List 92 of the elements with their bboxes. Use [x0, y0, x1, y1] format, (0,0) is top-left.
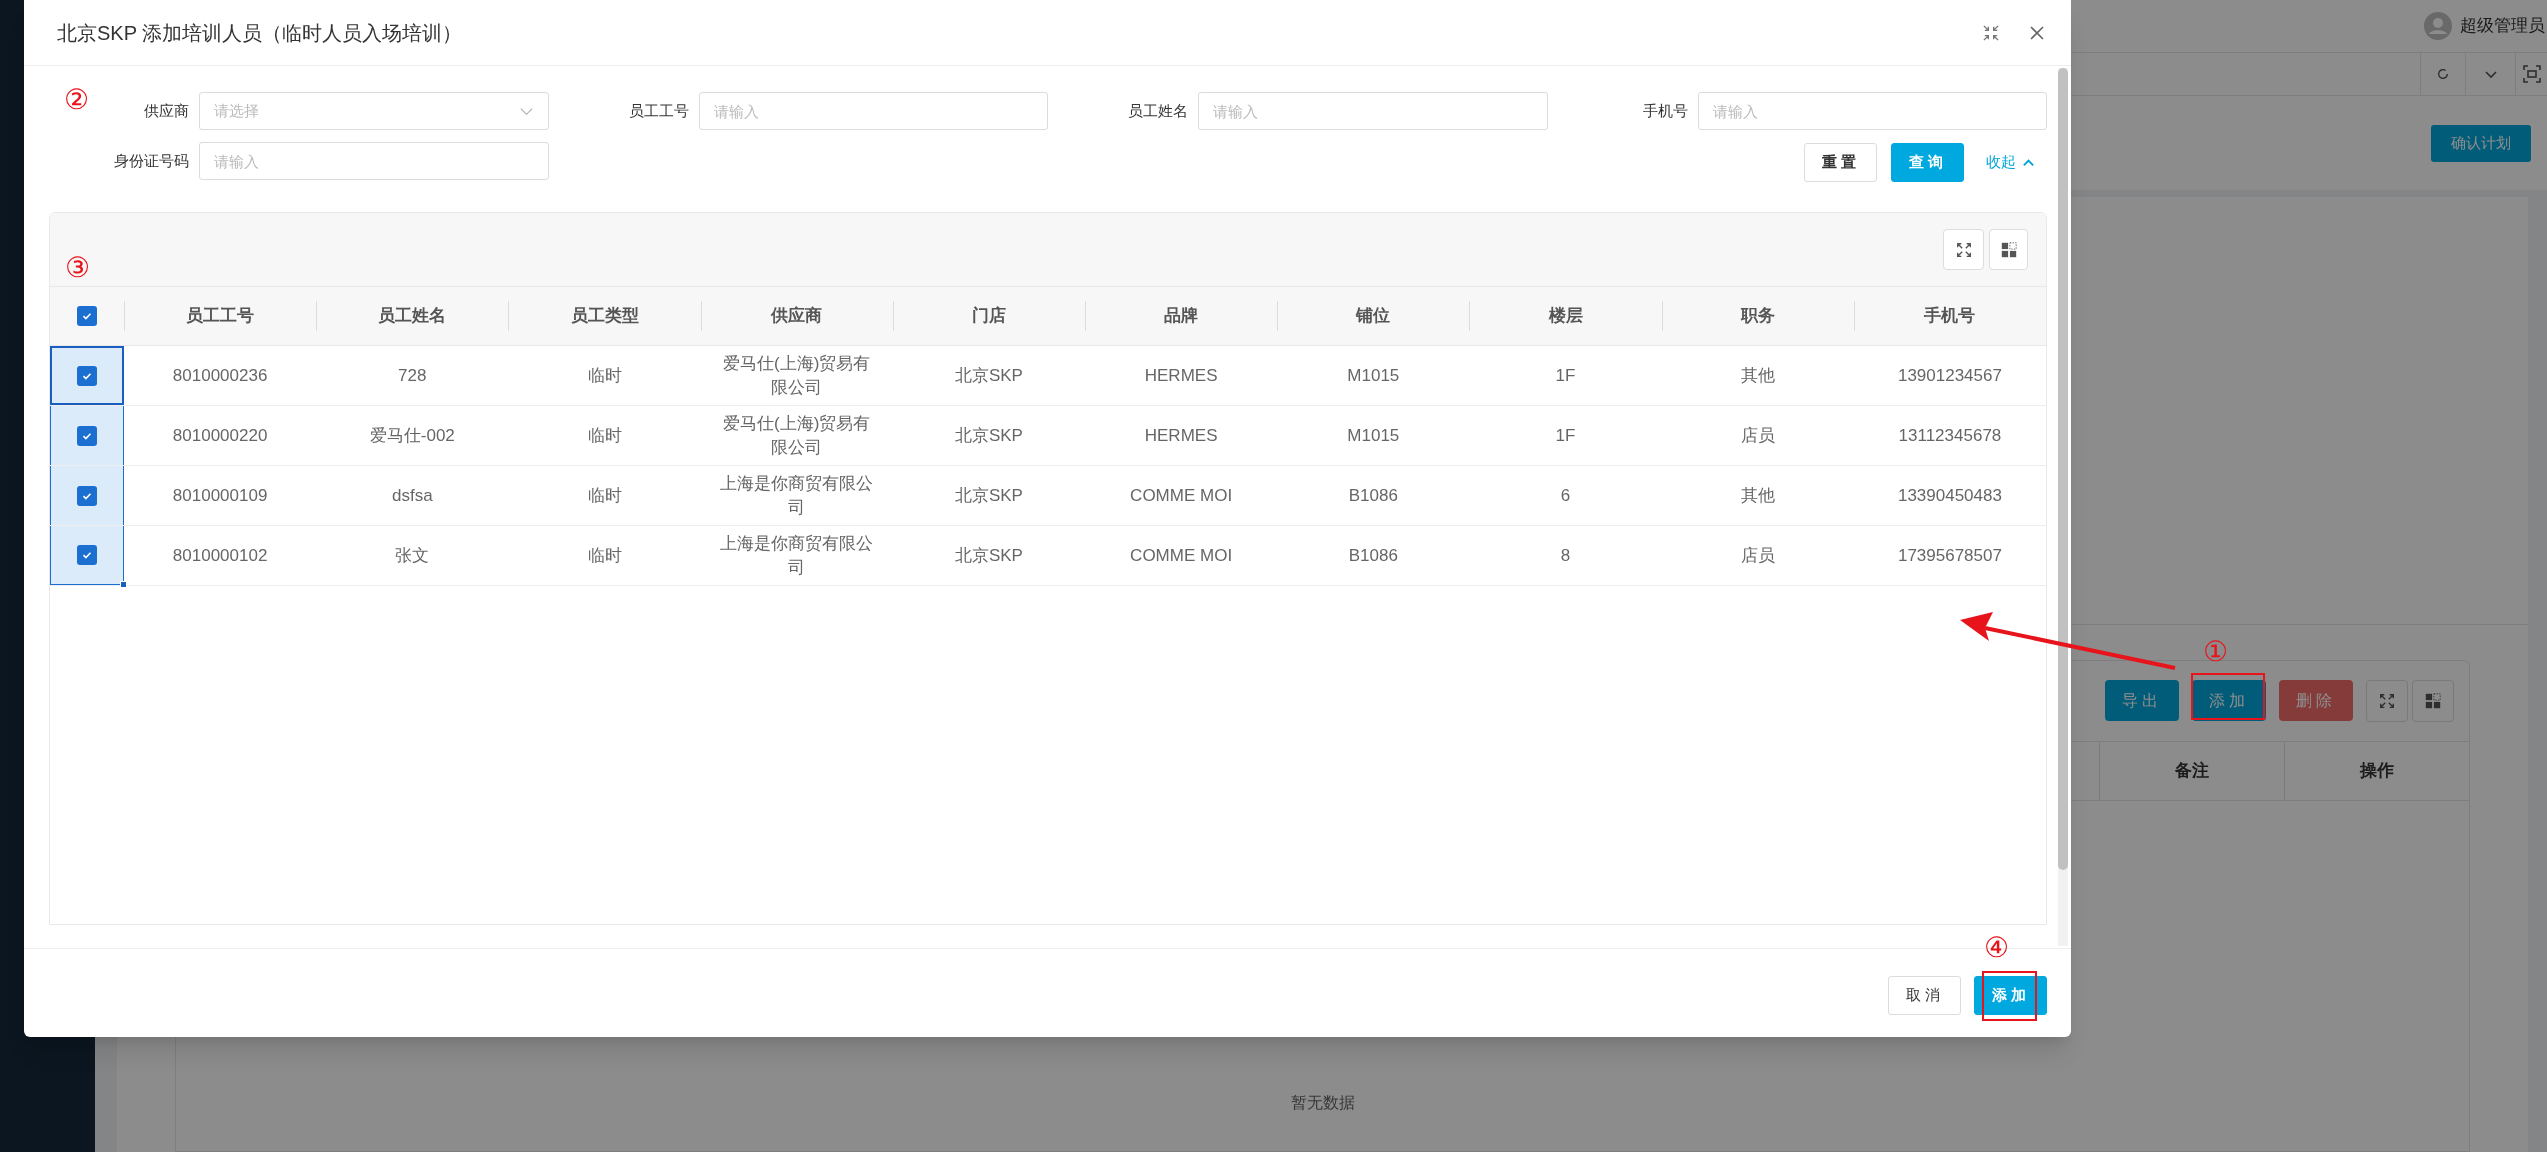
table-cell-text: 8010000220: [172, 424, 268, 447]
table-cell-text: 13901234567: [1897, 364, 2002, 387]
confirm-plan-button[interactable]: 确认计划: [2431, 124, 2531, 162]
column-header: 品牌: [1164, 305, 1199, 328]
input-field[interactable]: 请输入: [1697, 92, 2047, 130]
checkbox[interactable]: [77, 425, 97, 446]
field-label: 供应商: [143, 100, 190, 121]
expand-icon[interactable]: [2366, 680, 2408, 722]
footer-button[interactable]: 添加: [1974, 975, 2047, 1015]
collapse-window-icon[interactable]: [1983, 24, 1999, 41]
table-cell-text: B1086: [1348, 484, 1398, 507]
column-header: 员工类型: [570, 305, 639, 328]
table-cell-text: 6: [1560, 484, 1571, 507]
table-cell-text: B1086: [1348, 544, 1398, 567]
table-cell-text: 8010000102: [172, 544, 268, 567]
column-header: 操作: [2360, 760, 2394, 783]
table-cell-text: COMME MOI: [1130, 544, 1233, 567]
table-cell-text: COMME MOI: [1130, 484, 1233, 507]
table-cell-text: 临时: [587, 544, 622, 567]
table-cell-text: 728: [398, 364, 427, 387]
table-cell-text: 8010000109: [172, 484, 268, 507]
field-label: 员工姓名: [1127, 100, 1189, 121]
table-cell-text: 1F: [1555, 364, 1576, 387]
checkbox[interactable]: [77, 485, 97, 506]
column-header: 员工工号: [186, 305, 255, 328]
step-number: ①: [2203, 638, 2228, 666]
checkbox[interactable]: [77, 545, 97, 565]
step-number: ③: [65, 254, 90, 282]
filter-button[interactable]: 查询: [1891, 142, 1964, 182]
expand-icon[interactable]: [1943, 229, 1984, 270]
field-label: 身份证号码: [113, 150, 190, 171]
column-header: 员工姓名: [378, 305, 447, 328]
fullscreen-icon[interactable]: [2523, 65, 2541, 83]
checkbox[interactable]: [77, 366, 97, 386]
table-cell-text: M1015: [1347, 424, 1400, 447]
column-header: 门店: [971, 305, 1006, 328]
filter-button[interactable]: 重置: [1804, 142, 1877, 182]
toolbar-button[interactable]: 添加: [2192, 680, 2266, 721]
table-cell-text: 8: [1560, 544, 1571, 567]
table-cell-text: 张文: [395, 544, 430, 567]
checkbox[interactable]: [77, 306, 97, 326]
table-cell-text: 上海是你商贸有限公司: [719, 532, 875, 579]
table-cell-text: 北京SKP: [954, 544, 1023, 567]
table-cell-text: 临时: [587, 424, 622, 447]
column-header: 楼层: [1548, 305, 1583, 328]
refresh-icon[interactable]: [2436, 67, 2450, 81]
step-number: ④: [1984, 933, 2009, 962]
table-cell-text: 临时: [587, 484, 622, 507]
column-header: 铺位: [1356, 305, 1391, 328]
table-cell-text: 爱马仕(上海)贸易有限公司: [722, 412, 872, 459]
collapse-link[interactable]: 收起: [1986, 150, 2035, 174]
column-header: 供应商: [771, 305, 823, 328]
step-number: ②: [64, 86, 89, 114]
table-cell-text: 17395678507: [1897, 544, 2002, 567]
input-field[interactable]: 请输入: [199, 142, 549, 180]
table-cell-text: 北京SKP: [954, 364, 1023, 387]
empty-message: 暂无数据: [1290, 1093, 1355, 1113]
footer-button[interactable]: 取消: [1888, 975, 1961, 1015]
table-cell-text: 爱马仕(上海)贸易有限公司: [722, 352, 872, 399]
toolbar-button[interactable]: 删除: [2279, 680, 2353, 721]
table-cell-text: 临时: [587, 364, 622, 387]
table-cell-text: 13390450483: [1897, 484, 2002, 507]
input-field[interactable]: 请输入: [1198, 92, 1548, 130]
table-cell-text: 1F: [1555, 424, 1576, 447]
field-label: 员工工号: [627, 100, 690, 121]
table-cell-text: 爱马仕-002: [369, 424, 455, 447]
close-icon[interactable]: [2029, 24, 2045, 41]
table-cell-text: 其他: [1740, 364, 1775, 387]
table-cell-text: 上海是你商贸有限公司: [719, 472, 875, 519]
table-cell-text: HERMES: [1144, 424, 1218, 447]
table-cell-text: 8010000236: [172, 364, 268, 387]
table-cell-text: 北京SKP: [954, 424, 1023, 447]
field-label: 手机号: [1641, 100, 1689, 121]
column-header: 职务: [1740, 305, 1775, 328]
column-header: 备注: [2175, 760, 2209, 783]
column-header: 手机号: [1924, 305, 1976, 328]
table-cell-text: 其他: [1740, 484, 1775, 507]
table-cell-text: 店员: [1740, 424, 1775, 447]
select-field[interactable]: 请选择: [199, 92, 549, 130]
layout-icon[interactable]: [2412, 680, 2454, 722]
dialog-title: 北京SKP 添加培训人员（临时人员入场培训）: [57, 20, 464, 46]
layout-icon[interactable]: [1989, 229, 2028, 270]
input-field[interactable]: 请输入: [698, 92, 1048, 130]
user-name[interactable]: 超级管理员: [2460, 13, 2545, 39]
table-cell-text: 北京SKP: [954, 484, 1023, 507]
table-cell-text: 店员: [1740, 544, 1775, 567]
table-cell-text: HERMES: [1144, 364, 1218, 387]
table-cell-text: dsfsa: [392, 484, 433, 507]
table-cell-text: M1015: [1347, 364, 1400, 387]
toolbar-button[interactable]: 导出: [2105, 680, 2179, 721]
table-cell-text: 13112345678: [1898, 424, 2002, 447]
selection-handle[interactable]: [120, 581, 127, 588]
